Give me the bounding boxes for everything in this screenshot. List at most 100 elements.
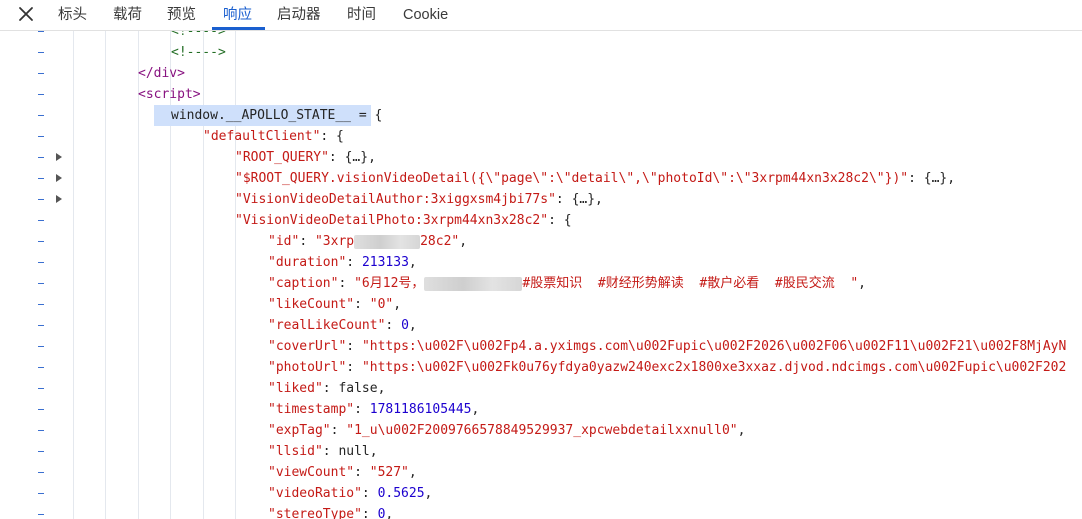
gutter-marker bbox=[38, 73, 44, 74]
code-line: "id": "3xrp 28c2", bbox=[0, 231, 1082, 252]
json-string-value: #股票知识 #财经形势解读 #散户必看 #股民交流 " bbox=[522, 276, 859, 291]
code-line: "$ROOT_QUERY.visionVideoDetail({\"page\"… bbox=[0, 168, 1082, 189]
json-property: "stereoType": 0, bbox=[268, 504, 393, 519]
json-key: "id" bbox=[268, 234, 300, 249]
json-key: "llsid" bbox=[268, 444, 323, 459]
json-key: "videoRatio" bbox=[268, 486, 362, 501]
gutter-marker bbox=[38, 304, 44, 305]
gutter-marker bbox=[38, 241, 44, 242]
json-number-value: 1781186105445 bbox=[369, 402, 472, 417]
code-line: "duration": 213133, bbox=[0, 252, 1082, 273]
code-line: <!----> bbox=[0, 31, 1082, 42]
comment-node: <!----> bbox=[171, 31, 226, 39]
div-close-tag: </div> bbox=[138, 66, 185, 81]
close-icon[interactable] bbox=[15, 3, 37, 25]
json-key: "caption" bbox=[268, 276, 339, 291]
json-property: "caption": "6月12号， #股票知识 #财经形势解读 #散户必看 #股… bbox=[268, 276, 866, 291]
code-line: "photoUrl": "https:\u002F\u002Fk0u76yfdy… bbox=[0, 357, 1082, 378]
code-line: "likeCount": "0", bbox=[0, 294, 1082, 315]
json-key: "likeCount" bbox=[268, 297, 355, 312]
json-string-value: 28c2" bbox=[420, 234, 460, 249]
tab-preview[interactable]: 预览 bbox=[167, 0, 196, 30]
comment-node: <!----> bbox=[171, 45, 226, 60]
code-line: "defaultClient": { bbox=[0, 126, 1082, 147]
json-property: "llsid": null, bbox=[268, 444, 378, 459]
expand-arrow-icon[interactable] bbox=[56, 195, 62, 203]
gutter-marker bbox=[38, 325, 44, 326]
gutter-marker bbox=[38, 493, 44, 494]
gutter-marker bbox=[38, 388, 44, 389]
code-line: "ROOT_QUERY": {…}, bbox=[0, 147, 1082, 168]
gutter-marker bbox=[38, 178, 44, 179]
code-line: "liked": false, bbox=[0, 378, 1082, 399]
json-property: "likeCount": "0", bbox=[268, 297, 402, 312]
gutter-marker bbox=[38, 451, 44, 452]
redacted-blur bbox=[354, 234, 421, 249]
redacted-blur bbox=[424, 276, 523, 291]
json-property: "coverUrl": "https:\u002F\u002Fp4.a.yxim… bbox=[268, 339, 1067, 354]
code-line: "expTag": "1_u\u002F2009766578849529937_… bbox=[0, 420, 1082, 441]
json-null-value: null bbox=[338, 444, 370, 459]
expand-arrow-icon[interactable] bbox=[56, 153, 62, 161]
json-number-value: 0.5625 bbox=[377, 486, 425, 501]
json-key: "$ROOT_QUERY.visionVideoDetail({\"page\"… bbox=[235, 171, 909, 186]
gutter-marker bbox=[38, 514, 44, 515]
json-key: "ROOT_QUERY" bbox=[235, 150, 329, 165]
json-property: "$ROOT_QUERY.visionVideoDetail({\"page\"… bbox=[235, 171, 956, 186]
json-key: "duration" bbox=[268, 255, 347, 270]
gutter-marker bbox=[38, 367, 44, 368]
json-property: "id": "3xrp 28c2", bbox=[268, 234, 468, 249]
active-tab-indicator bbox=[212, 27, 265, 30]
json-number-value: 0 bbox=[401, 318, 409, 333]
gutter-marker bbox=[38, 94, 44, 95]
tab-timing[interactable]: 时间 bbox=[347, 0, 376, 30]
gutter-marker bbox=[38, 409, 44, 410]
json-boolean-value: false bbox=[338, 381, 378, 396]
response-code-view[interactable]: <!----> <!----> </div> <script> window._… bbox=[0, 31, 1082, 519]
gutter-marker bbox=[38, 136, 44, 137]
code-line: window.__APOLLO_STATE__ = { bbox=[0, 105, 1082, 126]
json-string-value: "3xrp bbox=[314, 234, 355, 249]
code-line: "videoRatio": 0.5625, bbox=[0, 483, 1082, 504]
tab-payload[interactable]: 载荷 bbox=[113, 0, 142, 30]
code-line: "coverUrl": "https:\u002F\u002Fp4.a.yxim… bbox=[0, 336, 1082, 357]
tab-response[interactable]: 响应 bbox=[223, 0, 252, 30]
collapsed-object[interactable]: {…} bbox=[572, 192, 595, 207]
code-line: "stereoType": 0, bbox=[0, 504, 1082, 519]
script-open-tag: <script> bbox=[138, 87, 201, 102]
tab-headers[interactable]: 标头 bbox=[58, 0, 87, 30]
json-string-value: "0" bbox=[369, 297, 394, 312]
gutter-marker bbox=[38, 115, 44, 116]
json-property: "VisionVideoDetailAuthor:3xiggxsm4jbi77s… bbox=[235, 192, 603, 207]
json-key: "coverUrl" bbox=[268, 339, 347, 354]
json-property: "defaultClient": { bbox=[203, 129, 344, 144]
json-string-value: "6月12号， bbox=[354, 276, 425, 291]
gutter-marker bbox=[38, 31, 44, 32]
expand-arrow-icon[interactable] bbox=[56, 174, 62, 182]
json-key: "realLikeCount" bbox=[268, 318, 386, 333]
code-line: "timestamp": 1781186105445, bbox=[0, 399, 1082, 420]
collapsed-object[interactable]: {…} bbox=[924, 171, 947, 186]
collapsed-object[interactable]: {…} bbox=[345, 150, 368, 165]
code-line: "realLikeCount": 0, bbox=[0, 315, 1082, 336]
json-key: "VisionVideoDetailPhoto:3xrpm44xn3x28c2" bbox=[235, 213, 549, 228]
code-line: "llsid": null, bbox=[0, 441, 1082, 462]
json-property: "liked": false, bbox=[268, 381, 386, 396]
tab-cookie[interactable]: Cookie bbox=[403, 0, 448, 30]
json-property: "ROOT_QUERY": {…}, bbox=[235, 150, 376, 165]
code-line: <script> bbox=[0, 84, 1082, 105]
gutter-marker bbox=[38, 220, 44, 221]
gutter-marker bbox=[38, 157, 44, 158]
json-key: "liked" bbox=[268, 381, 323, 396]
apollo-state-assignment: window.__APOLLO_STATE__ = { bbox=[171, 108, 383, 123]
json-key: "timestamp" bbox=[268, 402, 355, 417]
json-key: "stereoType" bbox=[268, 507, 362, 519]
tab-initiator[interactable]: 启动器 bbox=[277, 0, 321, 30]
json-number-value: 213133 bbox=[361, 255, 409, 270]
code-line: </div> bbox=[0, 63, 1082, 84]
json-key: "viewCount" bbox=[268, 465, 355, 480]
json-property: "VisionVideoDetailPhoto:3xrpm44xn3x28c2"… bbox=[235, 213, 572, 228]
gutter-marker bbox=[38, 262, 44, 263]
json-string-value: "1_u\u002F2009766578849529937_xpcwebdeta… bbox=[346, 423, 738, 438]
json-property: "timestamp": 1781186105445, bbox=[268, 402, 480, 417]
